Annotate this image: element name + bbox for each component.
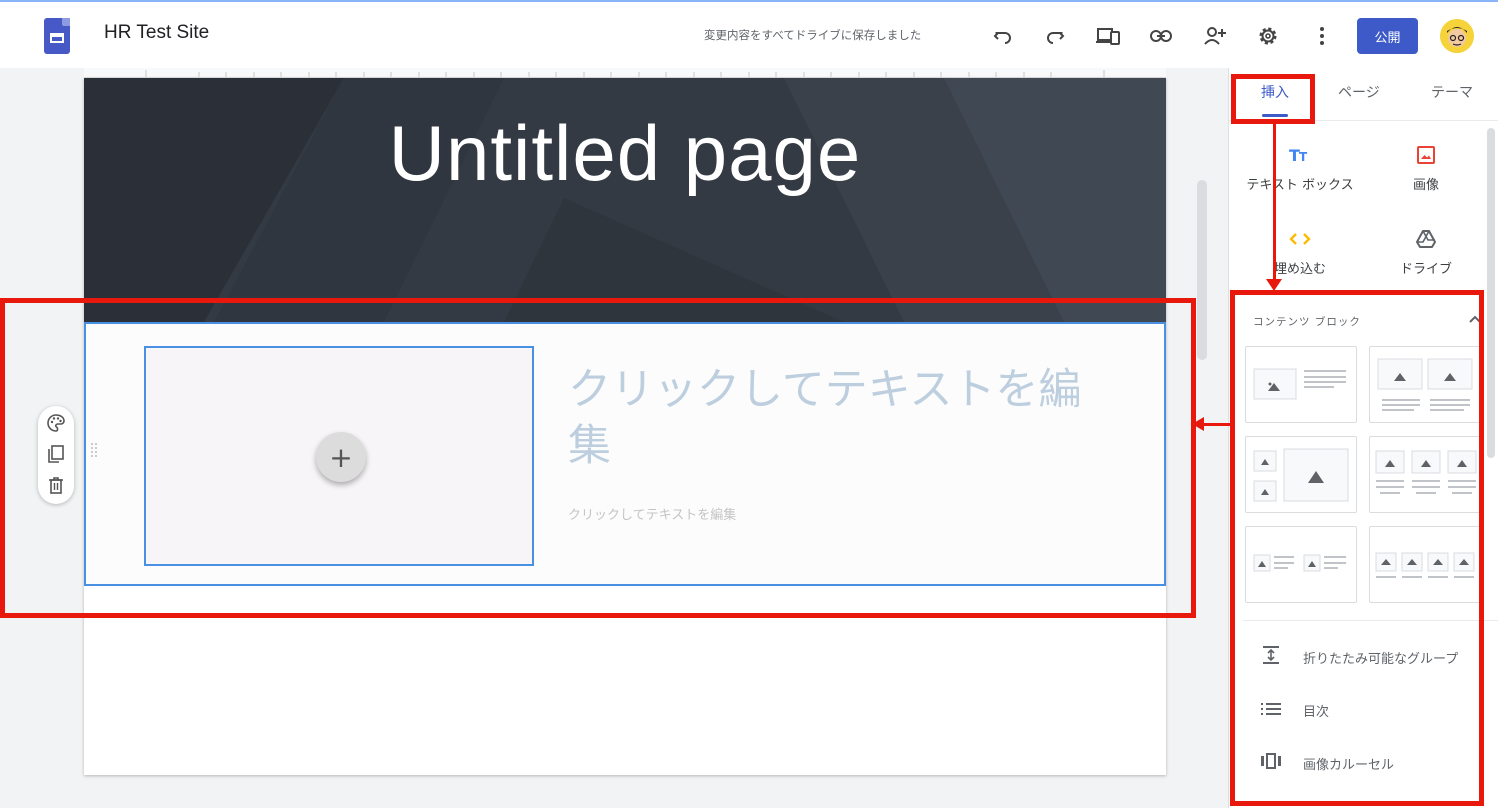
publish-button[interactable]: 公開 [1357,18,1418,54]
insert-embed-label: 埋め込む [1273,262,1326,277]
more-vert-icon[interactable] [1308,22,1336,50]
tab-pages[interactable]: ページ [1338,82,1380,102]
annotation-arrow-line [1273,122,1276,282]
text-box-icon: TT [1235,142,1365,168]
undo-icon[interactable] [989,22,1017,50]
annotation-box-content-blocks [1230,290,1484,806]
preview-devices-icon[interactable] [1094,22,1122,50]
svg-text:T: T [1299,150,1308,164]
image-icon [1361,142,1491,168]
canvas-scrollbar[interactable] [1197,180,1207,360]
annotation-arrow-down-icon [1266,279,1282,291]
annotation-arrow-line [1204,423,1232,426]
annotation-box-insert-tab [1231,74,1315,124]
ruler [84,68,1166,78]
page-title[interactable]: Untitled page [84,108,1166,199]
embed-icon [1235,226,1365,252]
redo-icon[interactable] [1041,22,1069,50]
insert-drive[interactable]: ドライブ [1361,226,1491,277]
sites-logo-icon[interactable] [44,18,70,54]
share-add-person-icon[interactable] [1201,22,1229,50]
insert-text-box[interactable]: TT テキスト ボックス [1235,142,1365,193]
avatar[interactable] [1440,19,1474,53]
sites-editor: HR Test Site 変更内容をすべてドライブに保存しました 公開 Unti… [0,0,1498,808]
link-icon[interactable] [1147,22,1175,50]
insert-image[interactable]: 画像 [1361,142,1491,193]
insert-image-label: 画像 [1412,178,1439,193]
insert-text-box-label: テキスト ボックス [1246,178,1354,193]
tab-themes[interactable]: テーマ [1431,82,1473,102]
header-banner[interactable]: Untitled page [84,78,1166,322]
annotation-arrow-left-icon [1192,417,1204,431]
save-status: 変更内容をすべてドライブに保存しました [704,28,922,42]
top-app-bar: HR Test Site 変更内容をすべてドライブに保存しました 公開 [0,2,1498,68]
gear-icon[interactable] [1254,22,1282,50]
insert-drive-label: ドライブ [1399,262,1452,277]
drive-icon [1361,226,1491,252]
insert-embed[interactable]: 埋め込む [1235,226,1365,277]
annotation-box-section [0,298,1196,618]
site-title[interactable]: HR Test Site [104,22,209,44]
